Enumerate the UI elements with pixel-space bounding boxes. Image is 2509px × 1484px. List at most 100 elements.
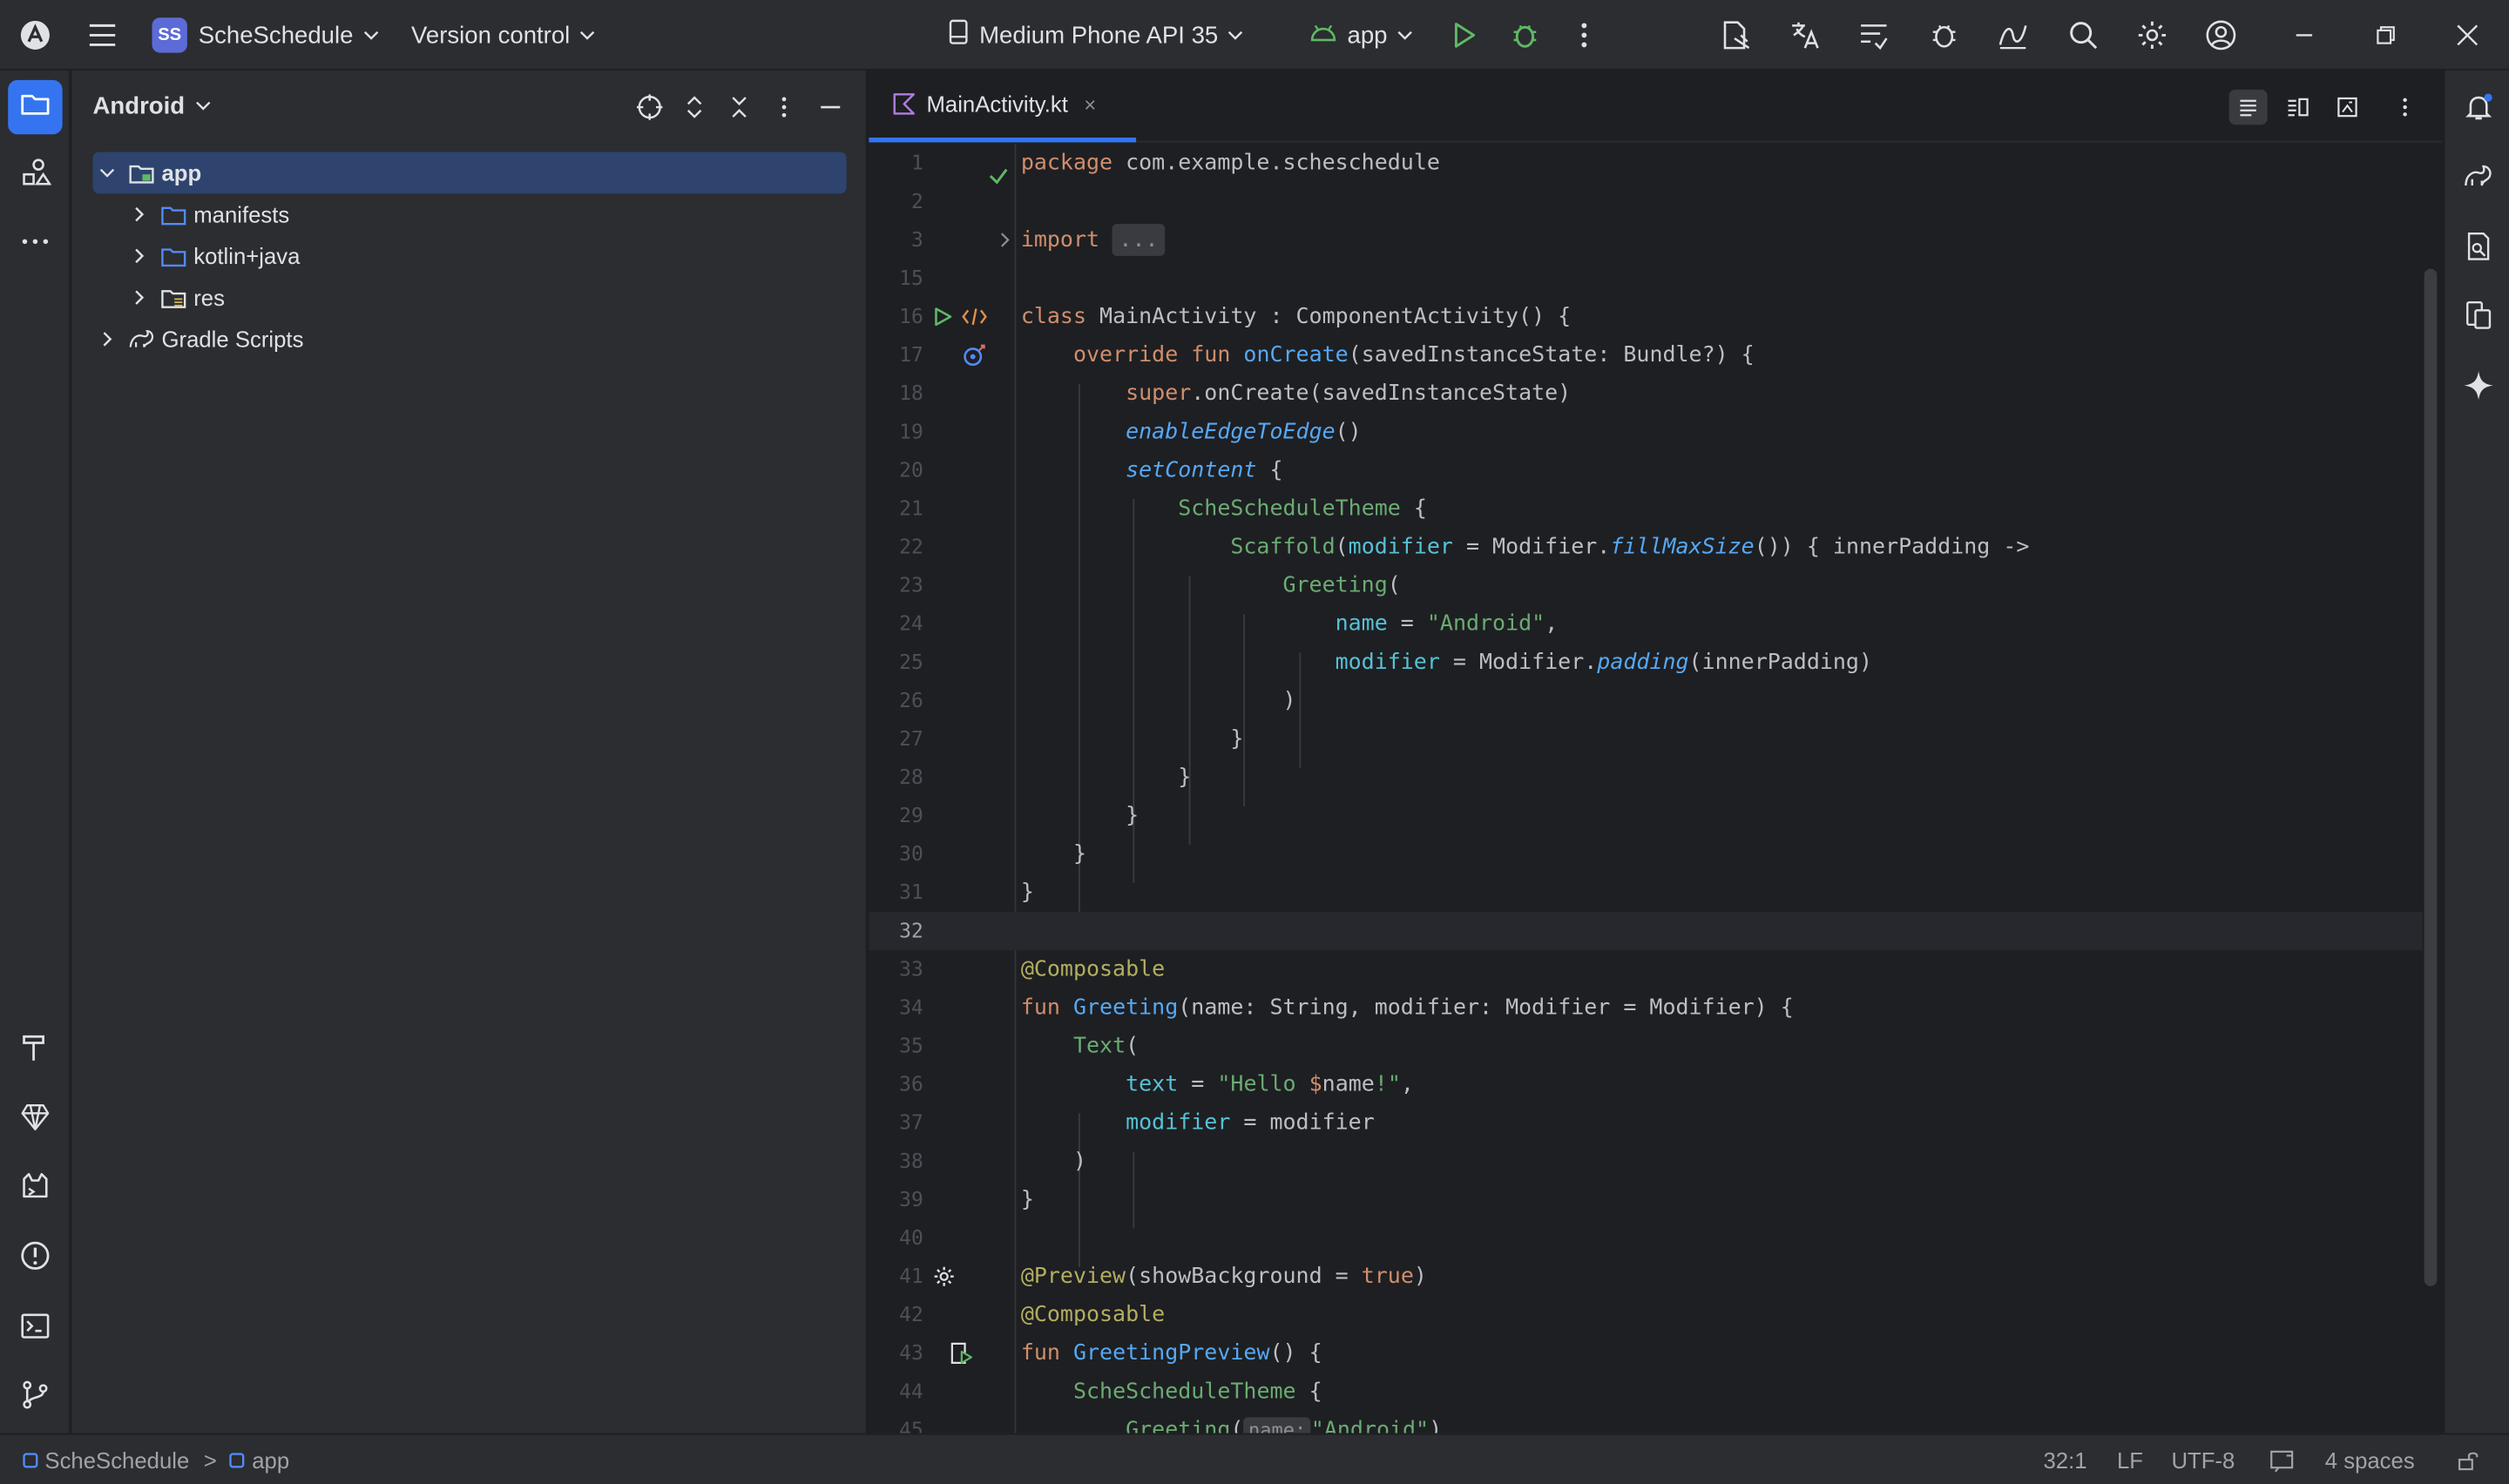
account-icon[interactable] <box>2203 17 2238 52</box>
gradle-tool-icon[interactable] <box>2459 157 2498 195</box>
gemini-sparkle-icon[interactable] <box>2459 367 2498 405</box>
tree-item-kotlin-java[interactable]: kotlin+java <box>93 235 847 277</box>
code-editor: MainActivity.kt × 1 package com.example.… <box>869 70 2442 1433</box>
reader-mode-icon[interactable] <box>2269 1435 2294 1484</box>
resource-manager-button[interactable] <box>8 149 62 203</box>
line-number: 24 <box>899 610 923 636</box>
tree-item-res[interactable]: res <box>93 277 847 319</box>
code-token: (showBackground = <box>1126 1264 1362 1290</box>
panel-options-icon[interactable] <box>769 93 798 122</box>
hamburger-menu-icon[interactable] <box>85 17 119 52</box>
chevron-down-icon[interactable] <box>96 162 118 185</box>
code-line: 1 package com.example.scheschedule <box>869 144 2422 182</box>
notifications-icon[interactable] <box>2459 88 2498 126</box>
code-area[interactable]: 1 package com.example.scheschedule 2 3 imp… <box>869 144 2442 1433</box>
code-token: = Modifier. <box>1452 534 1611 560</box>
cursor-position[interactable]: 32:1 <box>2044 1435 2087 1484</box>
tab-main-activity[interactable]: MainActivity.kt × <box>869 71 1137 143</box>
vertical-scrollbar[interactable] <box>2424 268 2438 1286</box>
line-ending[interactable]: LF <box>2117 1435 2143 1484</box>
indent-setting[interactable]: 4 spaces <box>2325 1435 2415 1484</box>
chevron-right-icon[interactable] <box>128 203 151 226</box>
code-line: 16 class MainActivity : ComponentActivity… <box>869 298 2422 336</box>
profiler-icon[interactable] <box>1995 17 2030 52</box>
debug-icon[interactable] <box>1507 17 1542 52</box>
code-param: text <box>1126 1071 1179 1097</box>
problems-tool-button[interactable] <box>8 1231 62 1285</box>
minimize-icon[interactable] <box>2287 17 2322 52</box>
code-string: "Hello <box>1217 1071 1309 1097</box>
chevron-right-icon[interactable] <box>96 328 118 351</box>
breadcrumb-module[interactable]: app <box>252 1447 289 1473</box>
expand-all-icon[interactable] <box>680 93 709 122</box>
running-devices-icon[interactable] <box>2459 296 2498 334</box>
code-function-call: enableEdgeToEdge <box>1126 419 1336 445</box>
editor-options-icon[interactable] <box>2386 90 2424 125</box>
collapse-all-icon[interactable] <box>725 93 754 122</box>
restore-icon[interactable] <box>2368 17 2403 52</box>
tree-item-app[interactable]: app <box>92 152 847 194</box>
line-number: 37 <box>899 1110 923 1135</box>
sync-icon[interactable] <box>1856 17 1891 52</box>
translation-icon[interactable] <box>1788 17 1823 52</box>
code-composable: Greeting <box>1282 572 1388 598</box>
chevron-right-icon[interactable] <box>128 287 151 309</box>
lock-open-icon[interactable] <box>2456 1435 2479 1484</box>
code-keyword: super <box>1126 381 1192 407</box>
close-icon[interactable] <box>2450 17 2485 52</box>
code-param: modifier <box>1126 1110 1231 1137</box>
hide-panel-icon[interactable] <box>816 93 845 122</box>
device-selector[interactable]: Medium Phone API 35 <box>947 0 1243 71</box>
project-switcher[interactable]: SS ScheSchedule <box>152 0 378 71</box>
line-number: 28 <box>899 764 923 789</box>
run-config-selector[interactable]: app <box>1309 0 1412 71</box>
device-name: Medium Phone API 35 <box>979 21 1219 50</box>
code-text: modifier = Modifier.padding(innerPadding… <box>1021 643 1872 681</box>
search-icon[interactable] <box>2066 17 2100 52</box>
code-string: "Android" <box>1426 610 1545 637</box>
folded-imports[interactable]: ... <box>1112 224 1165 256</box>
build-tool-button[interactable] <box>8 1024 62 1078</box>
device-manager-icon[interactable] <box>2459 227 2498 266</box>
code-function-call: fillMaxSize <box>1610 534 1755 560</box>
code-string: !" <box>1374 1071 1401 1097</box>
version-control-menu[interactable]: Version control <box>411 0 596 71</box>
code-token: (name: String, modifier: Modifier = Modi… <box>1178 995 1794 1021</box>
git-tool-button[interactable] <box>8 1371 62 1425</box>
tree-item-gradle-scripts[interactable]: Gradle Scripts <box>93 319 847 361</box>
chevron-down-icon <box>579 22 595 49</box>
gemini-tool-button[interactable] <box>8 1092 62 1146</box>
design-view-icon[interactable] <box>2328 90 2366 125</box>
breadcrumb-project[interactable]: ScheSchedule <box>44 1447 189 1473</box>
settings-icon[interactable] <box>2134 17 2169 52</box>
terminal-icon <box>19 1309 51 1349</box>
code-annotation: @Composable <box>1020 956 1166 982</box>
chevron-right-icon[interactable] <box>128 245 151 267</box>
chevron-down-icon <box>362 22 378 49</box>
file-encoding[interactable]: UTF-8 <box>2171 1435 2235 1484</box>
more-tools-button[interactable] <box>8 218 62 272</box>
bug-attach-icon[interactable] <box>1926 17 1961 52</box>
tree-item-manifests[interactable]: manifests <box>93 193 847 235</box>
run-icon[interactable] <box>1446 17 1481 52</box>
code-view-icon[interactable] <box>2228 89 2268 125</box>
android-studio-logo-icon[interactable] <box>17 17 52 52</box>
code-token: (innerPadding) <box>1688 649 1872 676</box>
project-panel-header: Android <box>72 71 868 144</box>
logcat-tool-button[interactable] <box>8 1163 62 1217</box>
more-vertical-icon[interactable] <box>1566 17 1601 52</box>
project-tool-button[interactable] <box>8 79 63 135</box>
code-keyword: true <box>1361 1264 1414 1290</box>
code-line: 26 ) <box>869 681 2422 719</box>
line-number: 21 <box>899 496 923 520</box>
locate-file-icon[interactable] <box>635 93 664 122</box>
code-token: , <box>1400 1071 1414 1097</box>
line-number: 2 <box>910 188 923 213</box>
sdk-manager-icon[interactable] <box>1719 17 1754 52</box>
line-number: 23 <box>899 572 923 597</box>
close-tab-icon[interactable]: × <box>1084 92 1096 117</box>
split-view-icon[interactable] <box>2279 90 2317 125</box>
resource-folder-icon <box>160 284 187 311</box>
terminal-tool-button[interactable] <box>8 1302 62 1356</box>
project-view-selector[interactable]: Android <box>93 93 211 120</box>
